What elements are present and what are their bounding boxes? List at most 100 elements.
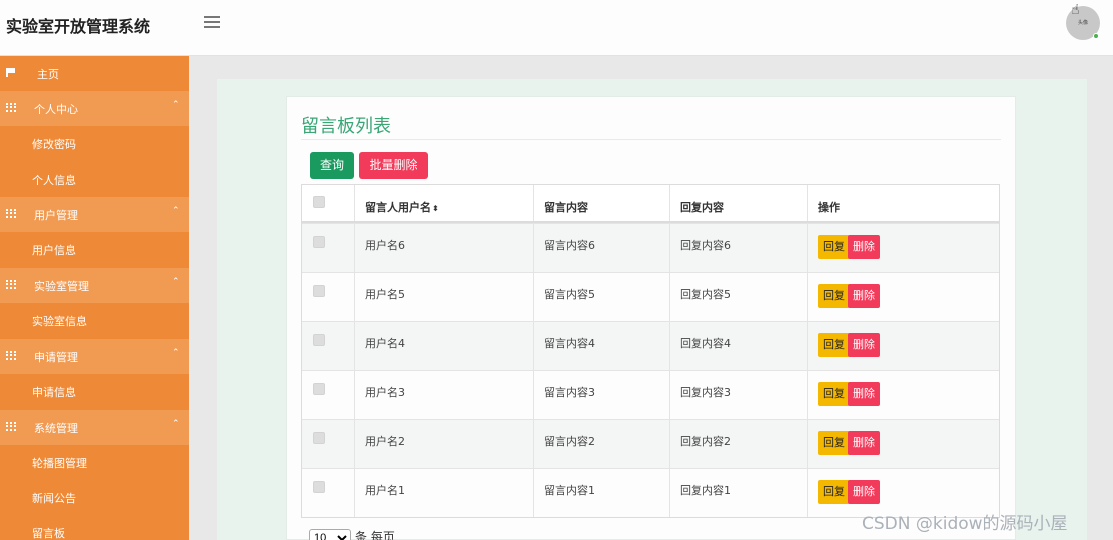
table-row: 用户名3 留言内容3 回复内容3 回复 删除	[302, 370, 999, 419]
sidebar-item-label: 个人信息	[32, 174, 76, 187]
sidebar-item[interactable]: 个人中心 ⌃	[0, 91, 189, 126]
sidebar-item[interactable]: 个人信息	[0, 162, 189, 197]
username-text: 用户名4	[365, 337, 405, 350]
content-text: 留言内容2	[544, 435, 595, 448]
sidebar-item[interactable]: 轮播图管理	[0, 445, 189, 480]
delete-button[interactable]: 删除	[848, 382, 880, 406]
page-title: 留言板列表	[301, 116, 391, 137]
content-text: 留言内容4	[544, 337, 595, 350]
content-text: 留言内容3	[544, 386, 595, 399]
username-cell: 用户名1	[355, 469, 534, 517]
reply-button[interactable]: 回复	[818, 235, 850, 259]
delete-button[interactable]: 删除	[848, 480, 880, 504]
content-cell: 留言内容5	[534, 273, 670, 321]
app-title: 实验室开放管理系统	[6, 17, 151, 36]
row-checkbox[interactable]	[313, 432, 325, 444]
col-username-label: 留言人用户名	[365, 201, 431, 214]
menu-toggle-icon[interactable]	[204, 16, 220, 30]
header-username[interactable]: 留言人用户名⬍	[355, 185, 534, 221]
select-cell	[302, 420, 355, 468]
row-checkbox[interactable]	[313, 334, 325, 346]
mouse-cursor-icon: ☝	[1071, 2, 1080, 18]
header-actions: 操作	[808, 185, 1001, 221]
reply-text: 回复内容6	[680, 239, 731, 252]
col-content-label: 留言内容	[544, 201, 588, 214]
username-text: 用户名5	[365, 288, 405, 301]
sidebar-item-label: 主页	[37, 68, 59, 81]
username-text: 用户名1	[365, 484, 405, 497]
batch-delete-button[interactable]: 批量删除	[359, 152, 428, 179]
actions-cell: 回复 删除	[808, 322, 1001, 370]
sidebar-item-label: 轮播图管理	[32, 457, 87, 470]
reply-button[interactable]: 回复	[818, 284, 850, 308]
delete-button[interactable]: 删除	[848, 284, 880, 308]
row-checkbox[interactable]	[313, 383, 325, 395]
reply-text: 回复内容2	[680, 435, 731, 448]
row-checkbox[interactable]	[313, 236, 325, 248]
sidebar-item[interactable]: 实验室信息	[0, 303, 189, 338]
select-cell	[302, 371, 355, 419]
header-content: 留言内容	[534, 185, 670, 221]
sidebar-item[interactable]: 修改密码	[0, 126, 189, 161]
row-checkbox[interactable]	[313, 285, 325, 297]
reply-button[interactable]: 回复	[818, 333, 850, 357]
reply-text: 回复内容4	[680, 337, 731, 350]
page-size-select[interactable]: 10	[309, 529, 351, 540]
content-text: 留言内容6	[544, 239, 595, 252]
select-all-checkbox[interactable]	[313, 196, 325, 208]
sidebar-item-label: 系统管理	[34, 422, 78, 435]
header-select-cell	[302, 185, 355, 221]
online-status-icon	[1093, 33, 1099, 39]
actions-cell: 回复 删除	[808, 273, 1001, 321]
username-cell: 用户名5	[355, 273, 534, 321]
sidebar-item-label: 实验室信息	[32, 315, 87, 328]
pagination: 10 条 每页	[309, 528, 395, 540]
sidebar-item-label: 申请管理	[34, 351, 78, 364]
sidebar-item[interactable]: 用户管理 ⌃	[0, 197, 189, 232]
reply-button[interactable]: 回复	[818, 382, 850, 406]
grid-icon	[6, 280, 16, 289]
username-cell: 用户名3	[355, 371, 534, 419]
username-cell: 用户名4	[355, 322, 534, 370]
row-checkbox[interactable]	[313, 481, 325, 493]
reply-cell: 回复内容6	[670, 224, 808, 272]
table-row: 用户名2 留言内容2 回复内容2 回复 删除	[302, 419, 999, 468]
sort-icon[interactable]: ⬍	[432, 204, 439, 213]
content-cell: 留言内容4	[534, 322, 670, 370]
select-cell	[302, 273, 355, 321]
reply-cell: 回复内容4	[670, 322, 808, 370]
delete-button[interactable]: 删除	[848, 431, 880, 455]
sidebar-item-label: 用户信息	[32, 244, 76, 257]
sidebar-item[interactable]: 新闻公告	[0, 480, 189, 515]
col-actions-label: 操作	[818, 201, 840, 214]
sidebar-item[interactable]: 用户信息	[0, 232, 189, 267]
chevron-up-icon: ⌃	[172, 100, 180, 110]
sidebar-item-label: 修改密码	[32, 138, 76, 151]
sidebar-item[interactable]: 申请管理 ⌃	[0, 339, 189, 374]
sidebar-item[interactable]: 申请信息	[0, 374, 189, 409]
sidebar-item-label: 留言板	[32, 527, 65, 540]
title-divider	[301, 139, 1001, 140]
message-table: 留言人用户名⬍ 留言内容 回复内容 操作 用户名6 留言内容6 回复内容6 回复 删除用…	[301, 184, 1000, 518]
reply-button[interactable]: 回复	[818, 431, 850, 455]
header-reply: 回复内容	[670, 185, 808, 221]
content-text: 留言内容5	[544, 288, 595, 301]
search-button[interactable]: 查询	[310, 152, 354, 179]
sidebar-item[interactable]: 系统管理 ⌃	[0, 410, 189, 445]
page-size-suffix: 条 每页	[355, 530, 395, 540]
watermark: CSDN @kidow的源码小屋	[862, 514, 1068, 534]
delete-button[interactable]: 删除	[848, 333, 880, 357]
chevron-up-icon: ⌃	[172, 206, 180, 216]
actions-cell: 回复 删除	[808, 420, 1001, 468]
flag-icon	[6, 68, 16, 77]
reply-cell: 回复内容2	[670, 420, 808, 468]
sidebar-item[interactable]: 主页	[0, 56, 189, 91]
delete-button[interactable]: 删除	[848, 235, 880, 259]
sidebar-item[interactable]: 实验室管理 ⌃	[0, 268, 189, 303]
reply-button[interactable]: 回复	[818, 480, 850, 504]
sidebar-item-label: 申请信息	[32, 386, 76, 399]
sidebar-item[interactable]: 留言板	[0, 515, 189, 540]
username-text: 用户名2	[365, 435, 405, 448]
content-cell: 留言内容3	[534, 371, 670, 419]
grid-icon	[6, 422, 16, 431]
